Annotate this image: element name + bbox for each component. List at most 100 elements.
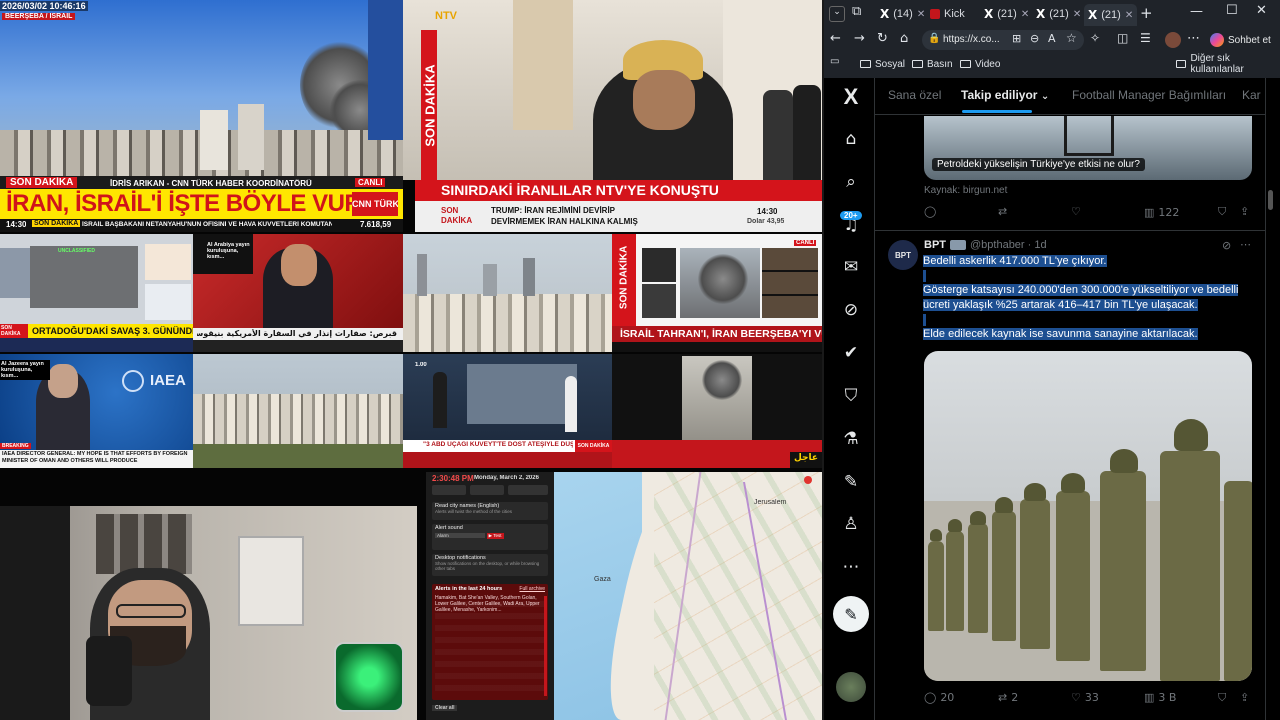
url-text[interactable]: https://x.co... <box>943 34 1000 45</box>
refresh-icon[interactable]: ↻ <box>877 31 888 46</box>
exchange-rate: Dolar 43,95 <box>747 218 785 225</box>
repost-icon[interactable]: ⇄ <box>998 205 1007 218</box>
verified-icon[interactable]: ✔ <box>838 340 864 366</box>
more-icon[interactable]: ⋯ <box>838 554 864 580</box>
close-icon[interactable]: ✕ <box>1021 9 1029 20</box>
reply-stat[interactable]: ◯ 20 <box>924 691 954 704</box>
favorite-icon[interactable]: ☆ <box>1066 31 1077 45</box>
tab-x-1[interactable]: X (14) ✕ <box>880 4 925 24</box>
copilot-icon <box>1210 33 1224 47</box>
ticker-time: 14:30 <box>757 207 778 216</box>
bookmark-basin[interactable]: Basın <box>912 56 953 72</box>
reader-icon[interactable]: ⊞ <box>1012 32 1021 45</box>
home-icon[interactable]: ⌂ <box>838 126 864 152</box>
post-image[interactable] <box>924 351 1252 681</box>
opt-read[interactable]: Read city names (English) Alerts will tw… <box>432 502 548 520</box>
views-stat[interactable]: ▥ 122 <box>1144 206 1179 219</box>
bookmark-icon[interactable]: ⛉ <box>1218 205 1226 219</box>
workspaces-icon[interactable]: ⧉ <box>852 4 861 19</box>
tab-for-you[interactable]: Sana özel <box>888 88 941 102</box>
bookmark-tab-icon[interactable]: ▭ <box>830 56 839 67</box>
more-icon[interactable]: ⋯ <box>1187 31 1200 46</box>
messages-icon[interactable]: ✉ <box>838 254 864 280</box>
tab-following[interactable]: Takip ediliyor ⌄ <box>961 88 1049 102</box>
tab-x-3[interactable]: X (21) ✕ <box>1036 4 1081 24</box>
forward-icon[interactable]: → <box>854 31 865 46</box>
link-card-image[interactable]: Petroldeki yükselişin Türkiye'ye etkisi … <box>924 116 1252 180</box>
chevron-down-icon: ⌄ <box>1040 91 1050 102</box>
profile-avatar[interactable] <box>1165 32 1181 48</box>
bookmark-sosyal[interactable]: Sosyal <box>860 56 905 72</box>
verified-badge-icon <box>950 240 966 250</box>
x-home-logo[interactable]: X <box>838 84 864 110</box>
toolbar-btn-2[interactable] <box>470 485 504 495</box>
post-line-1: Bedelli askerlik 417.000 TL'ye çıkıyor. <box>923 255 1107 267</box>
post-more-icon[interactable]: ⋯ <box>1240 238 1251 251</box>
bookmark-icon[interactable]: ⛉ <box>1218 691 1226 705</box>
back-icon[interactable]: ← <box>830 31 841 46</box>
split-screen-icon[interactable]: ◫ <box>1117 31 1128 45</box>
bookmarks-icon[interactable]: ⛉ <box>838 383 864 409</box>
unclassified-tag: UNCLASSIFIED <box>58 248 95 254</box>
timestamp: 2026/03/02 10:46:16 <box>0 1 88 11</box>
jobs-icon[interactable]: ⚗ <box>838 426 864 452</box>
toolbar-btn-1[interactable] <box>432 485 466 495</box>
close-icon[interactable]: ✕ <box>917 9 925 20</box>
tab-x-2[interactable]: X (21) ✕ <box>984 4 1029 24</box>
profile-icon[interactable]: ♙ <box>838 511 864 537</box>
opt-sound[interactable]: Alert sound Alarm ▶ Test <box>432 524 548 550</box>
views-icon: ▥ <box>1144 691 1155 704</box>
grok-post-icon[interactable]: ⊘ <box>1222 239 1231 252</box>
opt-desktop[interactable]: Desktop notifications Show notifications… <box>432 554 548 576</box>
home-icon[interactable]: ⌂ <box>900 31 908 46</box>
x-logo-icon: X <box>984 7 994 21</box>
explore-icon[interactable]: ⌕ <box>838 169 864 195</box>
extensions-icon[interactable]: ✧ <box>1090 31 1100 45</box>
alerts-map[interactable]: Jerusalem Gaza <box>554 472 822 720</box>
repost-stat[interactable]: ⇄ 2 <box>998 691 1018 704</box>
sound-select[interactable]: Alarm <box>435 533 485 538</box>
post-author[interactable]: BPT @bpthaber · 1d <box>924 239 1047 251</box>
read-aloud-icon[interactable]: A <box>1048 32 1056 45</box>
new-tab-icon[interactable]: + <box>1140 4 1153 22</box>
favorites-bar-icon[interactable]: ☰ <box>1140 31 1151 45</box>
tab-kar[interactable]: Kar <box>1242 88 1266 102</box>
share-icon[interactable]: ⇪ <box>1240 691 1249 704</box>
articles-icon[interactable]: ✎ <box>838 469 864 495</box>
maximize-icon[interactable]: ☐ <box>1226 3 1238 18</box>
test-button[interactable]: ▶ Test <box>486 533 504 539</box>
full-archive-link[interactable]: Full archive <box>519 586 545 592</box>
alerts-scrollbar[interactable] <box>544 596 547 696</box>
chat-button[interactable]: Sohbet et <box>1210 30 1272 50</box>
like-stat[interactable]: ♡ 33 <box>1071 691 1099 704</box>
bookmark-video[interactable]: Video <box>960 56 1000 72</box>
breaking-badge: SON DAKİKA <box>6 177 78 188</box>
toolbar-btn-3[interactable] <box>508 485 548 495</box>
post-button[interactable]: ✎ <box>833 596 869 632</box>
page-scrollbar[interactable] <box>1268 190 1273 210</box>
tab-football-manager[interactable]: Football Manager Bağımlıları <box>1072 88 1226 102</box>
account-avatar[interactable] <box>836 672 866 702</box>
location-label: BEERŞEBA / İSRAİL <box>2 13 76 20</box>
headline: SINIRDAKİ İRANLILAR NTV'YE KONUŞTU <box>441 182 719 198</box>
opt-sound-label: Alert sound <box>435 525 463 531</box>
close-window-icon[interactable]: ✕ <box>1256 3 1267 18</box>
kick-logo-icon <box>930 9 940 19</box>
zoom-icon[interactable]: ⊖ <box>1030 32 1039 45</box>
reply-icon[interactable]: ◯ <box>924 205 936 218</box>
minimize-icon[interactable]: — <box>1190 4 1203 19</box>
tab-actions-icon[interactable]: ⌄ <box>829 6 845 22</box>
post-avatar[interactable]: BPT <box>888 240 918 270</box>
views-stat[interactable]: ▥ 3 B <box>1144 691 1176 704</box>
share-icon[interactable]: ⇪ <box>1240 205 1249 218</box>
like-icon[interactable]: ♡ <box>1071 205 1081 218</box>
post-line-3: Elde edilecek kaynak ise savunma sanayin… <box>923 328 1198 340</box>
tab-x-active[interactable]: X (21) ✕ <box>1084 4 1138 26</box>
close-icon[interactable]: ✕ <box>1073 9 1081 20</box>
close-icon[interactable]: ✕ <box>1125 10 1133 21</box>
grok-icon[interactable]: ⊘ <box>838 297 864 323</box>
clear-all-button[interactable]: Clear all <box>432 705 458 711</box>
tile-cityview <box>193 354 403 468</box>
other-bookmarks[interactable]: Diğer sık kullanılanlar <box>1176 53 1280 75</box>
tab-kick[interactable]: Kick <box>930 4 965 24</box>
